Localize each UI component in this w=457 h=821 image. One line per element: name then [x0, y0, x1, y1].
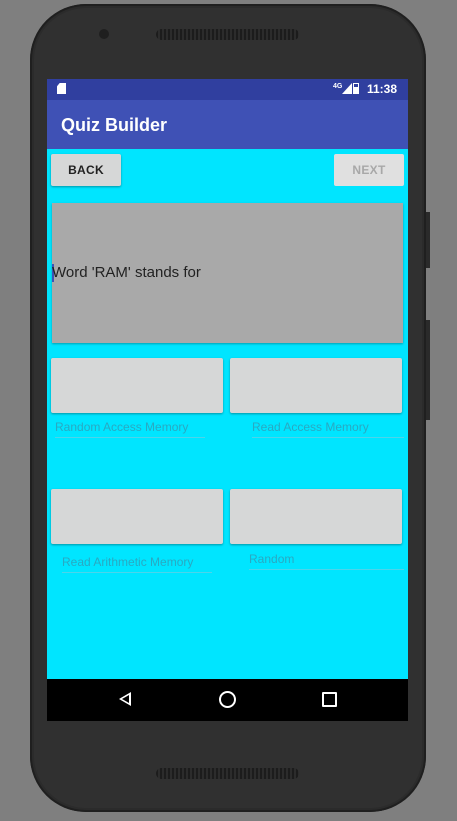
answer-button-3[interactable]: [51, 489, 223, 544]
signal-icon: 4G: [333, 83, 353, 94]
volume-button: [426, 212, 430, 268]
navigation-bar: [47, 679, 408, 721]
answer-button-1[interactable]: [51, 358, 223, 413]
power-button: [426, 320, 430, 420]
answer-label-2[interactable]: Read Access Memory: [252, 420, 404, 438]
nav-recents-icon[interactable]: [322, 692, 337, 707]
network-label: 4G: [333, 83, 343, 90]
next-button[interactable]: NEXT: [334, 154, 404, 186]
sd-card-icon: [57, 83, 66, 94]
bottom-speaker: [156, 768, 299, 779]
front-camera: [99, 29, 109, 39]
top-speaker: [156, 29, 299, 40]
answer-button-2[interactable]: [230, 358, 402, 413]
app-bar: Quiz Builder: [47, 100, 408, 149]
back-button[interactable]: BACK: [51, 154, 121, 186]
battery-icon: [353, 83, 359, 94]
answer-button-4[interactable]: [230, 489, 402, 544]
nav-home-icon[interactable]: [219, 691, 236, 708]
status-time: 11:38: [367, 82, 398, 96]
answer-label-3[interactable]: Read Arithmetic Memory: [62, 555, 212, 573]
screen: 4G 11:38 Quiz Builder BACK NEXT Word 'RA…: [47, 79, 408, 721]
app-title: Quiz Builder: [61, 115, 168, 135]
nav-back-icon[interactable]: [119, 692, 131, 706]
status-bar: 4G 11:38: [47, 79, 408, 100]
question-text: Word 'RAM' stands for: [52, 264, 201, 281]
answer-label-1[interactable]: Random Access Memory: [55, 420, 205, 438]
answer-label-4[interactable]: Random: [249, 552, 404, 570]
question-box[interactable]: Word 'RAM' stands for: [52, 203, 403, 343]
